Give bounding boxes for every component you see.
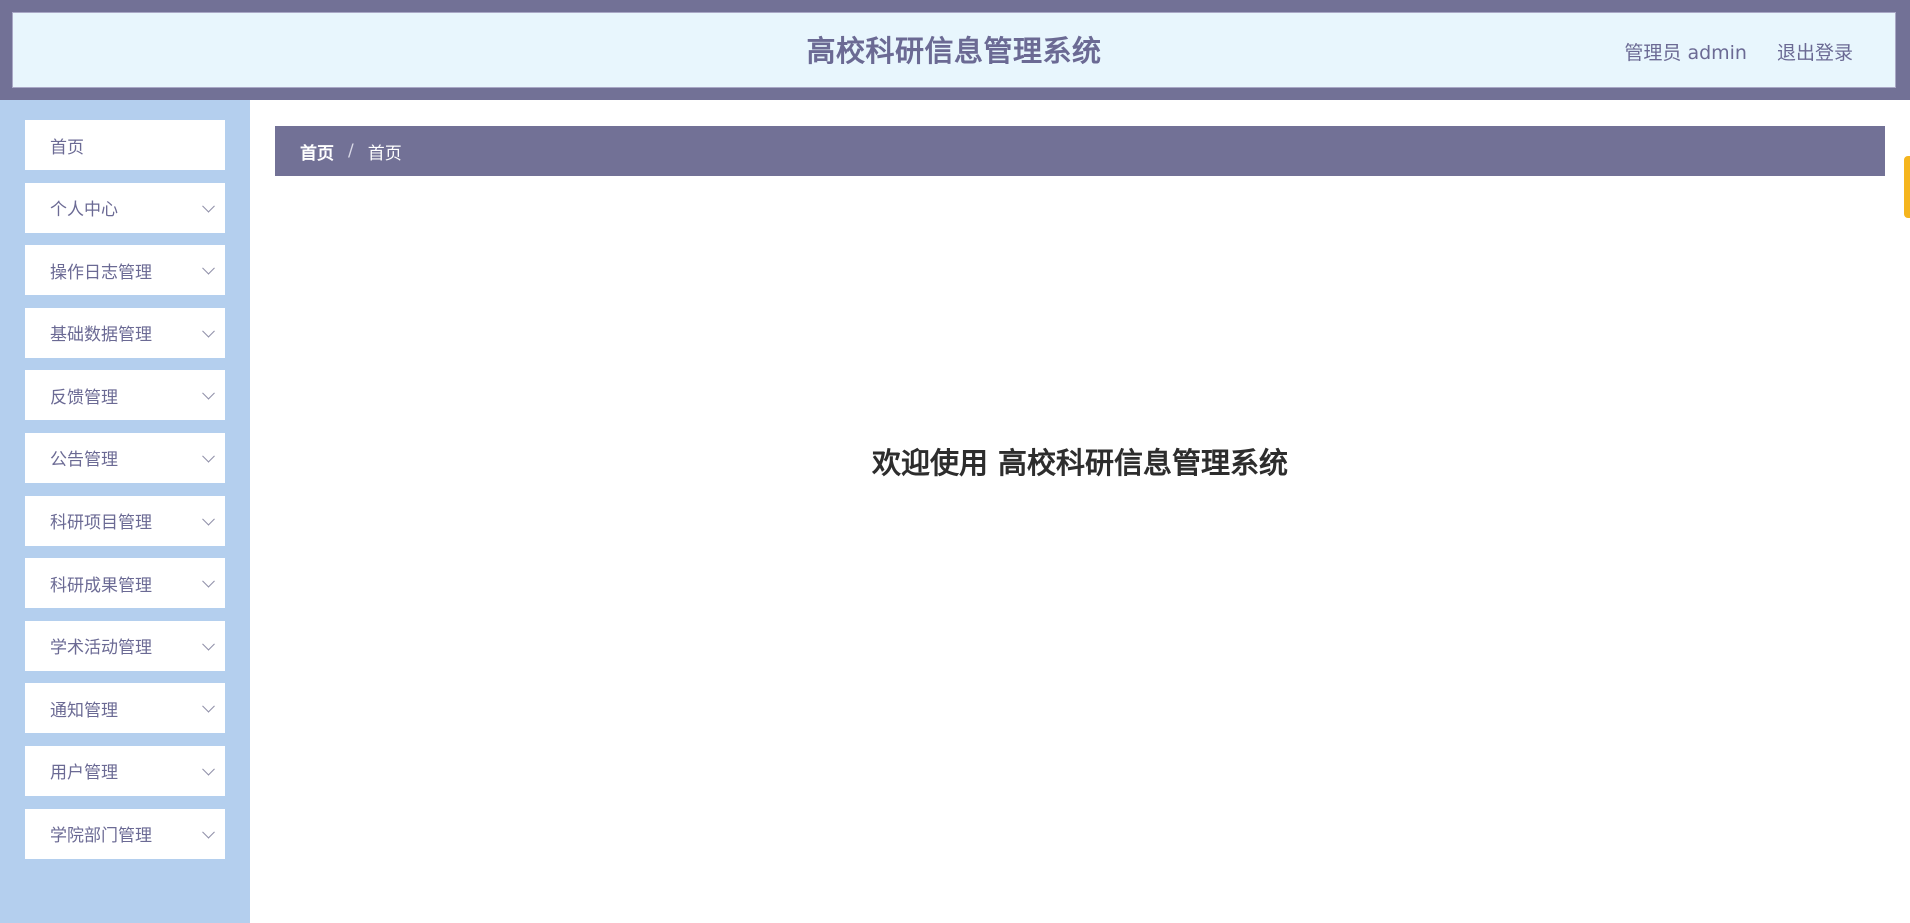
sidebar-item-label: 科研成果管理	[50, 575, 152, 596]
sidebar-item-label: 操作日志管理	[50, 262, 152, 283]
chevron-down-icon	[202, 574, 215, 588]
chevron-down-icon	[202, 762, 215, 776]
sidebar-item-label: 公告管理	[50, 450, 118, 471]
breadcrumb-home-link[interactable]: 首页	[300, 139, 334, 164]
chevron-down-icon	[202, 387, 215, 400]
chevron-down-icon	[202, 825, 215, 839]
sidebar-item-departments[interactable]: 学院部门管理	[25, 808, 225, 859]
breadcrumb: 首页 / 首页	[275, 126, 1885, 176]
sidebar-item-label: 学院部门管理	[50, 826, 152, 847]
chevron-down-icon	[202, 449, 215, 463]
logout-link[interactable]: 退出登录	[1777, 38, 1853, 65]
sidebar-item-home[interactable]: 首页	[25, 120, 225, 170]
breadcrumb-current: 首页	[367, 143, 402, 164]
header: 高校科研信息管理系统 管理员 admin 退出登录	[0, 0, 1910, 100]
current-user-label: 管理员 admin	[1624, 41, 1747, 64]
sidebar-item-label: 学术活动管理	[50, 638, 152, 659]
sidebar-item-label: 科研项目管理	[50, 513, 152, 534]
sidebar-item-users[interactable]: 用户管理	[25, 745, 225, 796]
main-content: 首页 / 首页 欢迎使用 高校科研信息管理系统	[250, 100, 1910, 923]
sidebar-item-research-projects[interactable]: 科研项目管理	[25, 495, 225, 546]
sidebar-item-label: 个人中心	[50, 200, 118, 221]
app-title: 高校科研信息管理系统	[806, 34, 1102, 68]
sidebar-item-label: 通知管理	[50, 700, 118, 721]
chevron-down-icon	[202, 512, 215, 526]
sidebar-item-label: 用户管理	[50, 763, 118, 784]
chevron-down-icon	[202, 262, 215, 275]
welcome-message: 欢迎使用 高校科研信息管理系统	[871, 446, 1289, 480]
sidebar-item-academic-activities[interactable]: 学术活动管理	[25, 620, 225, 671]
sidebar-item-announcements[interactable]: 公告管理	[25, 432, 225, 483]
edge-drawer-handle[interactable]	[1904, 156, 1910, 218]
sidebar-item-basic-data[interactable]: 基础数据管理	[25, 307, 225, 358]
header-bar: 高校科研信息管理系统 管理员 admin 退出登录	[12, 12, 1896, 88]
chevron-down-icon	[202, 637, 215, 651]
sidebar-item-feedback[interactable]: 反馈管理	[25, 370, 225, 421]
header-user-area: 管理员 admin 退出登录	[1624, 13, 1853, 89]
app-root: 高校科研信息管理系统 管理员 admin 退出登录 首页 个人中心 操作日志管理…	[0, 0, 1910, 923]
sidebar-item-label: 首页	[50, 137, 84, 158]
chevron-down-icon	[202, 700, 215, 713]
sidebar-item-research-results[interactable]: 科研成果管理	[25, 558, 225, 609]
chevron-down-icon	[202, 324, 215, 338]
sidebar-item-operation-log[interactable]: 操作日志管理	[25, 245, 225, 296]
sidebar-item-personal-center[interactable]: 个人中心	[25, 182, 225, 233]
sidebar-item-notifications[interactable]: 通知管理	[25, 683, 225, 734]
sidebar: 首页 个人中心 操作日志管理 基础数据管理 反馈管理 公告管理 科研项目管理 科…	[0, 100, 250, 923]
breadcrumb-separator: /	[348, 141, 354, 161]
chevron-down-icon	[202, 199, 215, 213]
sidebar-item-label: 基础数据管理	[50, 325, 152, 346]
sidebar-item-label: 反馈管理	[50, 387, 118, 408]
